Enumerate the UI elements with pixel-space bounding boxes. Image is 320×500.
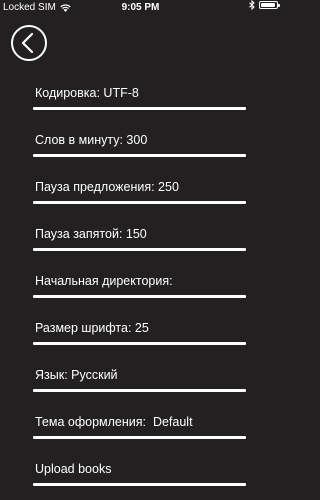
- divider: [33, 436, 246, 439]
- divider: [33, 248, 246, 251]
- setting-label: Upload books: [35, 462, 112, 476]
- divider: [33, 107, 246, 110]
- setting-sentence-pause[interactable]: Пауза предложения: 250: [0, 163, 281, 210]
- divider: [33, 295, 246, 298]
- battery-icon: [259, 1, 280, 9]
- setting-label: Пауза запятой: 150: [35, 227, 147, 241]
- setting-words-per-minute[interactable]: Слов в минуту: 300: [0, 116, 281, 163]
- divider: [33, 483, 246, 486]
- setting-label: Кодировка: UTF-8: [35, 86, 139, 100]
- divider: [33, 201, 246, 204]
- divider: [33, 389, 246, 392]
- battery-level: [261, 3, 275, 7]
- divider: [33, 154, 246, 157]
- divider: [33, 342, 246, 345]
- setting-theme[interactable]: Тема оформления: Default: [0, 398, 281, 445]
- setting-start-directory[interactable]: Начальная директория:: [0, 257, 281, 304]
- status-time: 9:05 PM: [121, 2, 160, 13]
- setting-label: Размер шрифта: 25: [35, 321, 149, 335]
- setting-label: Начальная директория:: [35, 274, 173, 288]
- setting-language[interactable]: Язык: Русский: [0, 351, 281, 398]
- settings-list: Кодировка: UTF-8 Слов в минуту: 300 Пауз…: [0, 69, 281, 492]
- setting-label: Пауза предложения: 250: [35, 180, 179, 194]
- back-button[interactable]: [11, 25, 47, 61]
- status-right: [249, 0, 280, 10]
- setting-upload-books[interactable]: Upload books: [0, 445, 281, 492]
- setting-comma-pause[interactable]: Пауза запятой: 150: [0, 210, 281, 257]
- setting-label: Слов в минуту: 300: [35, 133, 148, 147]
- setting-font-size[interactable]: Размер шрифта: 25: [0, 304, 281, 351]
- setting-label: Язык: Русский: [35, 368, 118, 382]
- status-bar: Locked SIM 9:05 PM: [0, 0, 281, 16]
- setting-encoding[interactable]: Кодировка: UTF-8: [0, 69, 281, 116]
- setting-label: Тема оформления: Default: [35, 415, 193, 429]
- bluetooth-icon: [249, 0, 255, 10]
- settings-screen: Locked SIM 9:05 PM Кодировка: UTF-8 Слов…: [0, 0, 281, 500]
- chevron-left-icon: [21, 32, 34, 54]
